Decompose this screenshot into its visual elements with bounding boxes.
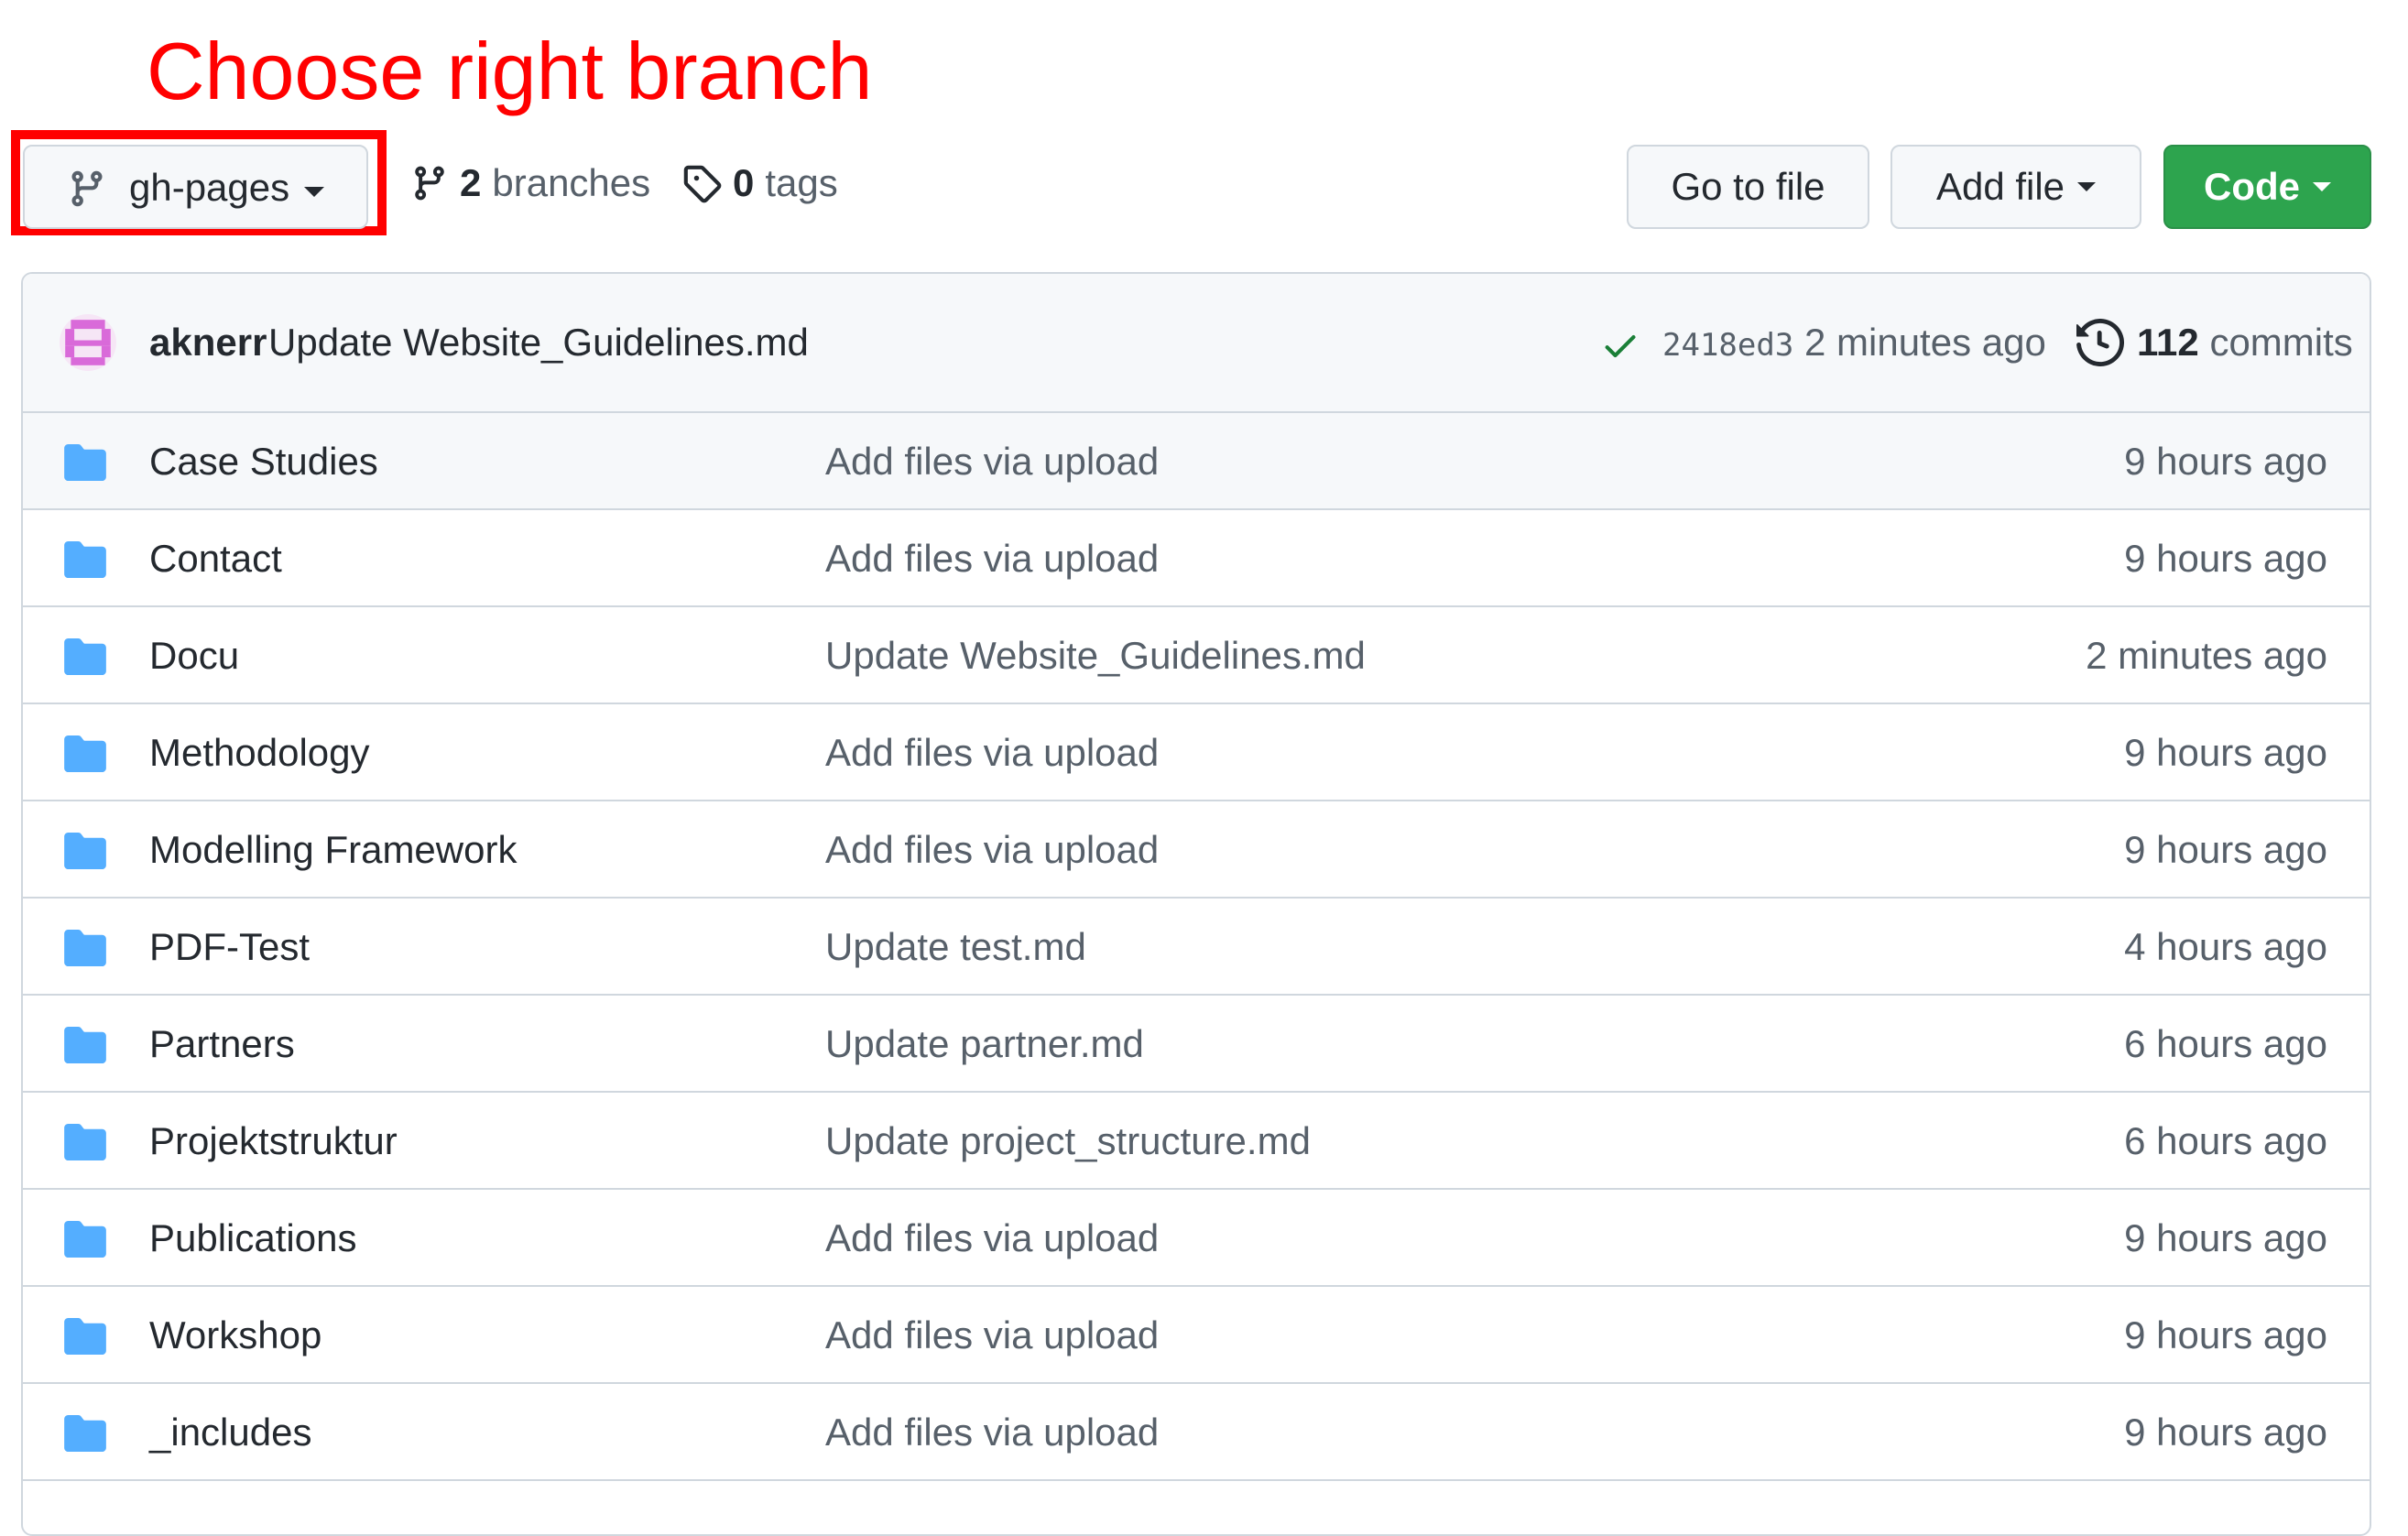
folder-icon: [64, 1318, 106, 1355]
file-commit-message[interactable]: Add files via upload: [825, 1313, 1159, 1358]
file-row: Publications Add files via upload 9 hour…: [23, 1190, 2370, 1287]
file-name-link[interactable]: Partners: [149, 1021, 295, 1067]
branches-link[interactable]: 2 branches: [410, 160, 650, 206]
file-commit-time: 9 hours ago: [2124, 1313, 2327, 1356]
avatar[interactable]: [60, 314, 116, 371]
file-row: PDF-Test Update test.md 4 hours ago: [23, 899, 2370, 996]
file-name-link[interactable]: Modelling Framework: [149, 827, 517, 873]
commit-time[interactable]: 2 minutes ago: [1804, 320, 2046, 365]
branches-count: 2: [460, 161, 482, 204]
file-commit-message[interactable]: Update test.md: [825, 924, 1086, 970]
folder-icon: [64, 444, 106, 481]
file-row: Methodology Add files via upload 9 hours…: [23, 704, 2370, 801]
file-commit-time: 4 hours ago: [2124, 925, 2327, 968]
go-to-file-label: Go to file: [1671, 165, 1825, 208]
file-commit-message[interactable]: Add files via upload: [825, 439, 1159, 485]
file-commit-message[interactable]: Update project_structure.md: [825, 1118, 1311, 1164]
add-file-button[interactable]: Add file: [1890, 145, 2141, 229]
file-row: Partners Update partner.md 6 hours ago: [23, 996, 2370, 1093]
file-commit-time: 6 hours ago: [2124, 1119, 2327, 1162]
folder-icon: [64, 1124, 106, 1160]
file-name-link[interactable]: Methodology: [149, 730, 370, 776]
commit-author[interactable]: aknerr: [149, 320, 267, 365]
file-row: Modelling Framework Add files via upload…: [23, 801, 2370, 899]
file-row: Workshop Add files via upload 9 hours ag…: [23, 1287, 2370, 1384]
file-name-link[interactable]: PDF-Test: [149, 924, 310, 970]
folder-icon: [64, 833, 106, 869]
commit-sha[interactable]: 2418ed3: [1662, 325, 1793, 365]
file-name-link[interactable]: Case Studies: [149, 439, 378, 485]
file-name-link[interactable]: Contact: [149, 536, 282, 582]
latest-commit-bar: aknerr Update Website_Guidelines.md 2418…: [23, 274, 2370, 413]
file-commit-time: 9 hours ago: [2124, 440, 2327, 483]
code-button[interactable]: Code: [2163, 145, 2371, 229]
branch-name-label: gh-pages: [129, 166, 290, 209]
git-branch-icon: [71, 170, 103, 207]
file-commit-message[interactable]: Update partner.md: [825, 1021, 1144, 1067]
file-commit-time: 9 hours ago: [2124, 1216, 2327, 1259]
file-commit-message[interactable]: Add files via upload: [825, 1215, 1159, 1261]
file-commit-message[interactable]: Add files via upload: [825, 730, 1159, 776]
chevron-down-icon: [2313, 182, 2331, 191]
file-row: Projektstruktur Update project_structure…: [23, 1093, 2370, 1190]
file-name-link[interactable]: Workshop: [149, 1313, 321, 1358]
chevron-down-icon: [2077, 182, 2097, 191]
file-commit-time: 6 hours ago: [2124, 1022, 2327, 1065]
file-name-link[interactable]: Publications: [149, 1215, 356, 1261]
tags-link[interactable]: 0 tags: [681, 160, 838, 206]
commits-count: 112: [2137, 321, 2199, 364]
file-browser: aknerr Update Website_Guidelines.md 2418…: [21, 272, 2371, 1536]
folder-icon: [64, 1221, 106, 1258]
file-commit-message[interactable]: Add files via upload: [825, 536, 1159, 582]
file-commit-time: 9 hours ago: [2124, 1411, 2327, 1454]
file-name-link[interactable]: Projektstruktur: [149, 1118, 398, 1164]
file-commit-message[interactable]: Update Website_Guidelines.md: [825, 633, 1366, 679]
folder-icon: [64, 1415, 106, 1452]
commits-label: commits: [2209, 321, 2353, 364]
file-commit-message[interactable]: Add files via upload: [825, 827, 1159, 873]
folder-icon: [64, 541, 106, 578]
file-row: Case Studies Add files via upload 9 hour…: [23, 413, 2370, 510]
folder-icon: [64, 930, 106, 966]
check-icon[interactable]: [1600, 325, 1640, 365]
file-name-link[interactable]: Docu: [149, 633, 239, 679]
file-name-link[interactable]: _includes: [149, 1410, 311, 1455]
file-commit-time: 9 hours ago: [2124, 731, 2327, 774]
tags-count: 0: [733, 161, 755, 204]
tag-icon: [683, 165, 722, 203]
tags-label: tags: [765, 161, 838, 204]
file-row: _includes Add files via upload 9 hours a…: [23, 1384, 2370, 1481]
git-branch-icon: [415, 166, 444, 201]
annotation-choose-branch: Choose right branch: [147, 26, 873, 116]
file-row: Contact Add files via upload 9 hours ago: [23, 510, 2370, 607]
history-icon: [2076, 319, 2124, 366]
file-commit-time: 2 minutes ago: [2086, 634, 2327, 677]
commits-link[interactable]: 112 commits: [2137, 320, 2353, 365]
code-label: Code: [2204, 165, 2300, 208]
folder-icon: [64, 735, 106, 772]
commit-message[interactable]: Update Website_Guidelines.md: [268, 320, 809, 365]
branch-selector-button[interactable]: gh-pages: [23, 145, 368, 229]
folder-icon: [64, 638, 106, 675]
chevron-down-icon: [304, 187, 324, 197]
folder-icon: [64, 1027, 106, 1063]
file-row: Docu Update Website_Guidelines.md 2 minu…: [23, 607, 2370, 704]
file-commit-message[interactable]: Add files via upload: [825, 1410, 1159, 1455]
add-file-label: Add file: [1935, 165, 2065, 208]
file-commit-time: 9 hours ago: [2124, 828, 2327, 871]
go-to-file-button[interactable]: Go to file: [1627, 145, 1869, 229]
file-commit-time: 9 hours ago: [2124, 537, 2327, 580]
branches-label: branches: [492, 161, 651, 204]
file-list: Case Studies Add files via upload 9 hour…: [23, 413, 2370, 1481]
